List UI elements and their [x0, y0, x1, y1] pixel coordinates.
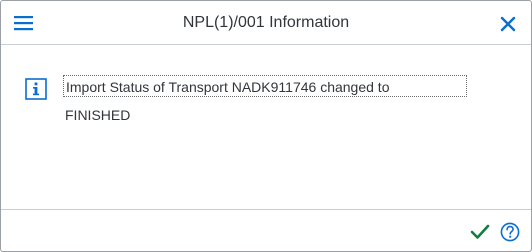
dialog-title-bar: NPL(1)/001 Information: [1, 1, 531, 45]
close-icon: [500, 16, 516, 32]
information-dialog: NPL(1)/001 Information Import Status of …: [0, 0, 532, 252]
checkmark-icon: [470, 224, 490, 239]
help-button[interactable]: [499, 221, 521, 243]
dialog-title: NPL(1)/001 Information: [182, 14, 350, 31]
message-text-line1: Import Status of Transport NADK911746 ch…: [63, 75, 467, 97]
close-button[interactable]: [499, 15, 517, 33]
dialog-content: Import Status of Transport NADK911746 ch…: [1, 45, 531, 209]
message-text-line2: FINISHED: [65, 107, 131, 123]
info-icon: [25, 78, 47, 100]
help-icon: [500, 222, 520, 242]
ok-button[interactable]: [469, 222, 491, 242]
dialog-footer: [1, 209, 531, 252]
